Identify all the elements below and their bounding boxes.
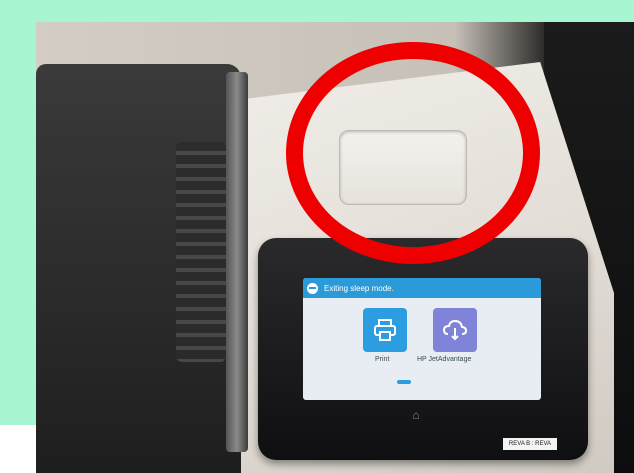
control-panel: Exiting sleep mode. Print HP JetAdvantag… xyxy=(258,238,588,460)
cloud-icon xyxy=(442,319,468,341)
print-app-label: Print xyxy=(375,356,390,363)
tray-ridges xyxy=(176,142,226,362)
page-indicator xyxy=(397,380,411,384)
red-highlight-circle xyxy=(286,42,540,264)
corner-patch xyxy=(0,425,36,473)
print-app-button[interactable] xyxy=(363,308,407,352)
message-icon xyxy=(307,282,318,294)
printer-photo: Exiting sleep mode. Print HP JetAdvantag… xyxy=(36,22,634,473)
home-icon[interactable]: ⌂ xyxy=(408,408,424,424)
status-text: Exiting sleep mode. xyxy=(324,283,394,293)
status-bar: Exiting sleep mode. xyxy=(303,278,541,298)
panel-sticker: REVA B : REVA xyxy=(503,438,557,450)
left-border xyxy=(0,0,36,473)
hp-jetadvantage-app-button[interactable] xyxy=(433,308,477,352)
printer-icon xyxy=(374,319,396,341)
top-border xyxy=(0,0,634,22)
touch-screen[interactable]: Exiting sleep mode. Print HP JetAdvantag… xyxy=(303,278,541,400)
hp-jetadvantage-app-label: HP JetAdvantage xyxy=(417,356,472,363)
screenshot: Exiting sleep mode. Print HP JetAdvantag… xyxy=(0,0,634,473)
tray-edge xyxy=(226,72,248,452)
